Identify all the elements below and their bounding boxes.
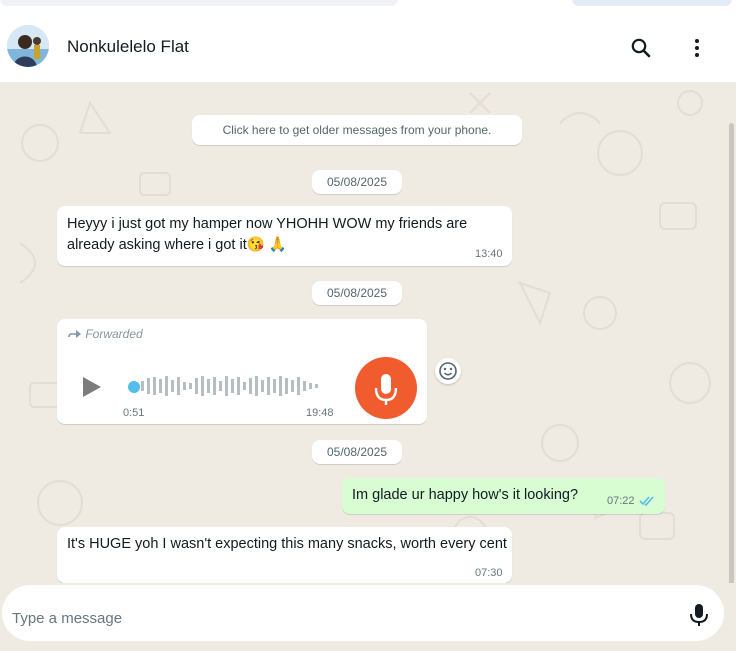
more-vertical-icon[interactable] bbox=[685, 36, 709, 60]
date-chip: 05/08/2025 bbox=[312, 281, 402, 305]
forward-arrow-icon bbox=[68, 330, 81, 338]
chat-header: Nonkulelelo Flat bbox=[0, 12, 736, 83]
incoming-voice-message[interactable]: Forwarded 0:51 19:48 bbox=[57, 319, 427, 424]
top-strip-pill-left bbox=[0, 0, 398, 6]
message-text: Heyyy i just got my hamper now YHOHH WOW… bbox=[67, 216, 468, 253]
chat-panel[interactable]: Click here to get older messages from yo… bbox=[0, 83, 736, 583]
contact-avatar[interactable] bbox=[7, 25, 49, 67]
message-text: It's HUGE yoh I wasn't expecting this ma… bbox=[67, 536, 507, 552]
message-composer bbox=[0, 583, 736, 651]
outgoing-message-bubble[interactable]: Im glade ur happy how's it looking? 07:2… bbox=[342, 478, 665, 514]
playback-position-dot[interactable] bbox=[128, 381, 140, 393]
read-receipt-icon bbox=[639, 496, 654, 506]
voice-waveform[interactable] bbox=[129, 371, 329, 401]
message-time: 07:22 bbox=[607, 495, 635, 507]
incoming-message-bubble[interactable]: Heyyy i just got my hamper now YHOHH WOW… bbox=[57, 206, 512, 266]
message-emoji: 😘 🙏 bbox=[246, 237, 287, 253]
contact-name[interactable]: Nonkulelelo Flat bbox=[67, 37, 189, 57]
message-time: 07:30 bbox=[475, 567, 503, 579]
search-icon[interactable] bbox=[629, 36, 653, 60]
play-icon[interactable] bbox=[81, 375, 103, 399]
voice-mic-icon bbox=[355, 357, 417, 419]
message-time: 19:48 bbox=[306, 407, 334, 419]
date-chip: 05/08/2025 bbox=[312, 440, 402, 464]
emoji-icon[interactable] bbox=[435, 358, 461, 384]
voice-duration: 0:51 bbox=[123, 407, 145, 419]
avatar-photo-icon bbox=[7, 25, 49, 67]
message-input[interactable] bbox=[10, 605, 654, 631]
incoming-message-bubble[interactable]: It's HUGE yoh I wasn't expecting this ma… bbox=[57, 527, 512, 583]
microphone-icon[interactable] bbox=[688, 602, 710, 628]
message-text: Im glade ur happy how's it looking? bbox=[352, 487, 579, 503]
chat-scrollbar[interactable] bbox=[729, 123, 734, 583]
message-input-container[interactable] bbox=[2, 585, 724, 641]
older-messages-note[interactable]: Click here to get older messages from yo… bbox=[192, 115, 522, 145]
date-chip: 05/08/2025 bbox=[312, 170, 402, 194]
message-time: 13:40 bbox=[475, 248, 503, 260]
top-strip-pill-right bbox=[572, 0, 732, 6]
forwarded-label: Forwarded bbox=[68, 327, 143, 341]
